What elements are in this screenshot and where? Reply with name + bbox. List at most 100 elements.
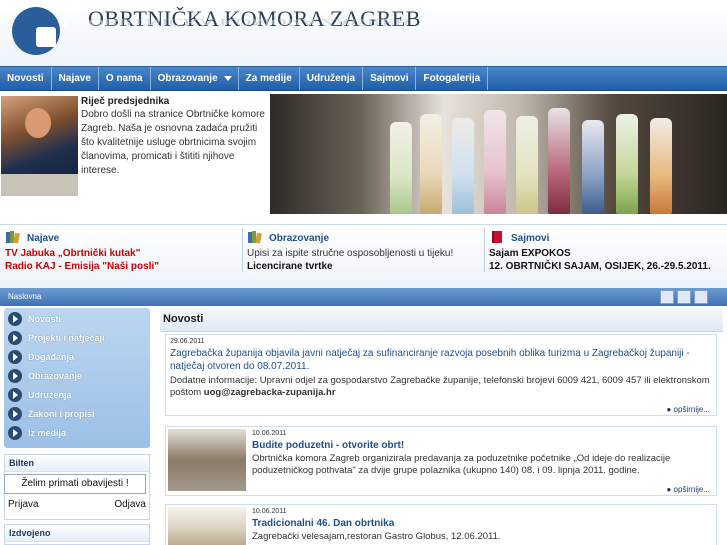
email-icon[interactable] — [677, 290, 691, 304]
books-icon — [248, 231, 262, 244]
book-icon — [492, 231, 502, 243]
news-thumbnail[interactable] — [168, 507, 246, 545]
edit-icon[interactable] — [694, 290, 708, 304]
nav-item-za-medije[interactable]: Za medije — [239, 67, 300, 90]
president-heading[interactable]: Riječ predsjednika — [81, 96, 169, 107]
nav-item-obrazovanje[interactable]: Obrazovanje — [151, 67, 239, 90]
arrow-right-icon — [8, 350, 22, 364]
category-link[interactable]: Licencirane tvrtke — [247, 261, 333, 272]
logo[interactable] — [12, 7, 68, 55]
nav-item-sajmovi[interactable]: Sajmovi — [363, 67, 417, 90]
category-link[interactable]: TV Jabuka „Obrtnički kutak" — [5, 248, 140, 259]
news-title[interactable]: Zagrebačka županija objavila javni natje… — [170, 347, 710, 373]
nav-item-udruzenja[interactable]: Udruženja — [300, 67, 364, 90]
news-item: 29.06.2011 Zagrebačka županija objavila … — [165, 334, 717, 416]
read-more-label: opširnije... — [673, 485, 710, 494]
left-menu-item-projekti[interactable]: Projekti i natječaji — [8, 329, 148, 347]
left-menu-label: Zakoni i propisi — [28, 409, 95, 419]
unsubscribe-link[interactable]: Odjava — [114, 499, 146, 510]
chevron-down-icon — [223, 76, 232, 81]
news-body: Dodatne informacije: Upravni odjel za go… — [170, 375, 714, 399]
bottle-4 — [484, 110, 506, 214]
left-menu-label: Novosti — [28, 314, 62, 324]
news-date: 10.06.2011 — [252, 430, 287, 437]
izdvojeno-box: Izdvojeno — [4, 524, 150, 545]
category-link[interactable]: Radio KAJ - Emisija "Naši posli" — [5, 261, 159, 272]
nav-item-novosti[interactable]: Novosti — [0, 67, 52, 90]
read-more-link[interactable]: ● opširnije... — [666, 485, 710, 494]
left-menu-item-novosti[interactable]: Novosti — [8, 310, 148, 328]
left-menu-item-udruzenja[interactable]: Udruženja — [8, 386, 148, 404]
president-photo[interactable] — [1, 96, 78, 196]
left-menu-label: Obrazovanje — [28, 371, 83, 381]
left-menu-item-iz-medija[interactable]: Iz medija — [8, 424, 148, 442]
president-text: Dobro došli na stranice Obrtničke komore… — [81, 109, 265, 176]
arrow-right-icon — [8, 388, 22, 402]
arrow-right-icon — [8, 369, 22, 383]
bottle-7 — [582, 120, 604, 214]
site-header: OBRTNIČKA KOMORA ZAGREB OBRTNIČKA KOMORA… — [0, 0, 727, 66]
breadcrumb-bar: Naslovna — [0, 288, 727, 306]
president-desk — [1, 174, 78, 196]
books-icon — [6, 231, 20, 244]
left-menu-label: Iz medija — [28, 428, 67, 438]
arrow-right-icon — [8, 426, 22, 440]
left-menu-item-dogadanja[interactable]: Događanja — [8, 348, 148, 366]
bullet-icon: ● — [666, 405, 674, 414]
arrow-right-icon — [8, 331, 22, 345]
news-body: Zagrebački velesajam,restoran Gastro Glo… — [252, 531, 501, 542]
category-title[interactable]: Najave — [27, 233, 59, 244]
category-link[interactable]: Upisi za ispite stručne osposobljenosti … — [247, 248, 453, 259]
bilten-links: Prijava Odjava — [8, 499, 146, 510]
news-item: 10.06.2011 Budite poduzetni - otvorite o… — [165, 426, 717, 496]
bilten-title: Bilten — [5, 455, 149, 472]
bottle-5 — [516, 116, 538, 214]
subscribe-button[interactable]: Želim primati obavijesti ! — [4, 474, 146, 494]
category-link[interactable]: 12. OBRTNIČKI SAJAM, OSIJEK, 26.-29.5.20… — [489, 261, 711, 272]
read-more-link[interactable]: ● opširnije... — [666, 405, 710, 414]
site-title-reflection: OBRTNIČKA KOMORA ZAGREB — [88, 16, 410, 28]
president-face — [25, 108, 51, 138]
arrow-right-icon — [8, 312, 22, 326]
category-sajmovi: Sajmovi Sajam EXPOKOS 12. OBRTNIČKI SAJA… — [489, 230, 725, 280]
main-content: Novosti 29.06.2011 Zagrebačka županija o… — [160, 308, 723, 545]
bullet-icon: ● — [666, 485, 674, 494]
bottle-8 — [616, 114, 638, 214]
nav-item-najave[interactable]: Najave — [52, 67, 99, 90]
nav-filler — [488, 67, 727, 90]
category-title[interactable]: Sajmovi — [511, 233, 549, 244]
bottle-2 — [420, 114, 442, 214]
news-title[interactable]: Budite poduzetni - otvorite obrt! — [252, 439, 712, 452]
news-title[interactable]: Tradicionalni 46. Dan obrtnika — [252, 517, 712, 530]
left-menu-label: Događanja — [28, 352, 75, 362]
news-item: 10.06.2011 Tradicionalni 46. Dan obrtnik… — [165, 504, 717, 545]
category-link[interactable]: Sajam EXPOKOS — [489, 248, 571, 259]
logo-dot — [60, 19, 68, 27]
bottle-3 — [452, 118, 474, 214]
news-date: 10.06.2011 — [252, 508, 287, 515]
category-najave: Najave TV Jabuka „Obrtnički kutak" Radio… — [5, 230, 240, 280]
main-heading: Novosti — [160, 308, 723, 332]
nav-item-label: Obrazovanje — [157, 73, 218, 84]
left-menu-item-zakoni[interactable]: Zakoni i propisi — [8, 405, 148, 423]
left-menu-item-obrazovanje[interactable]: Obrazovanje — [8, 367, 148, 385]
left-menu-label: Projekti i natječaji — [28, 333, 105, 343]
bottle-9 — [650, 118, 672, 214]
category-title[interactable]: Obrazovanje — [269, 233, 329, 244]
left-menu-label: Udruženja — [28, 390, 72, 400]
news-email-link[interactable]: uog@zagrebacka-zupanija.hr — [204, 387, 336, 398]
signup-link[interactable]: Prijava — [8, 499, 39, 510]
category-divider — [484, 228, 485, 272]
category-obrazovanje: Obrazovanje Upisi za ispite stručne ospo… — [247, 230, 482, 280]
print-icon[interactable] — [660, 290, 674, 304]
breadcrumb[interactable]: Naslovna — [8, 292, 41, 301]
nav-item-fotogalerija[interactable]: Fotogalerija — [416, 67, 489, 90]
president-word: Riječ predsjednika Dobro došli na strani… — [0, 94, 270, 214]
news-date: 29.06.2011 — [170, 338, 205, 345]
nav-item-o-nama[interactable]: O nama — [99, 67, 151, 90]
izdvojeno-title: Izdvojeno — [5, 525, 149, 542]
left-menu: Novosti Projekti i natječaji Događanja O… — [4, 308, 150, 448]
news-body: Obrtnička komora Zagreb organizirala pre… — [252, 453, 671, 476]
news-thumbnail[interactable] — [168, 429, 246, 491]
read-more-label: opširnije... — [673, 405, 710, 414]
